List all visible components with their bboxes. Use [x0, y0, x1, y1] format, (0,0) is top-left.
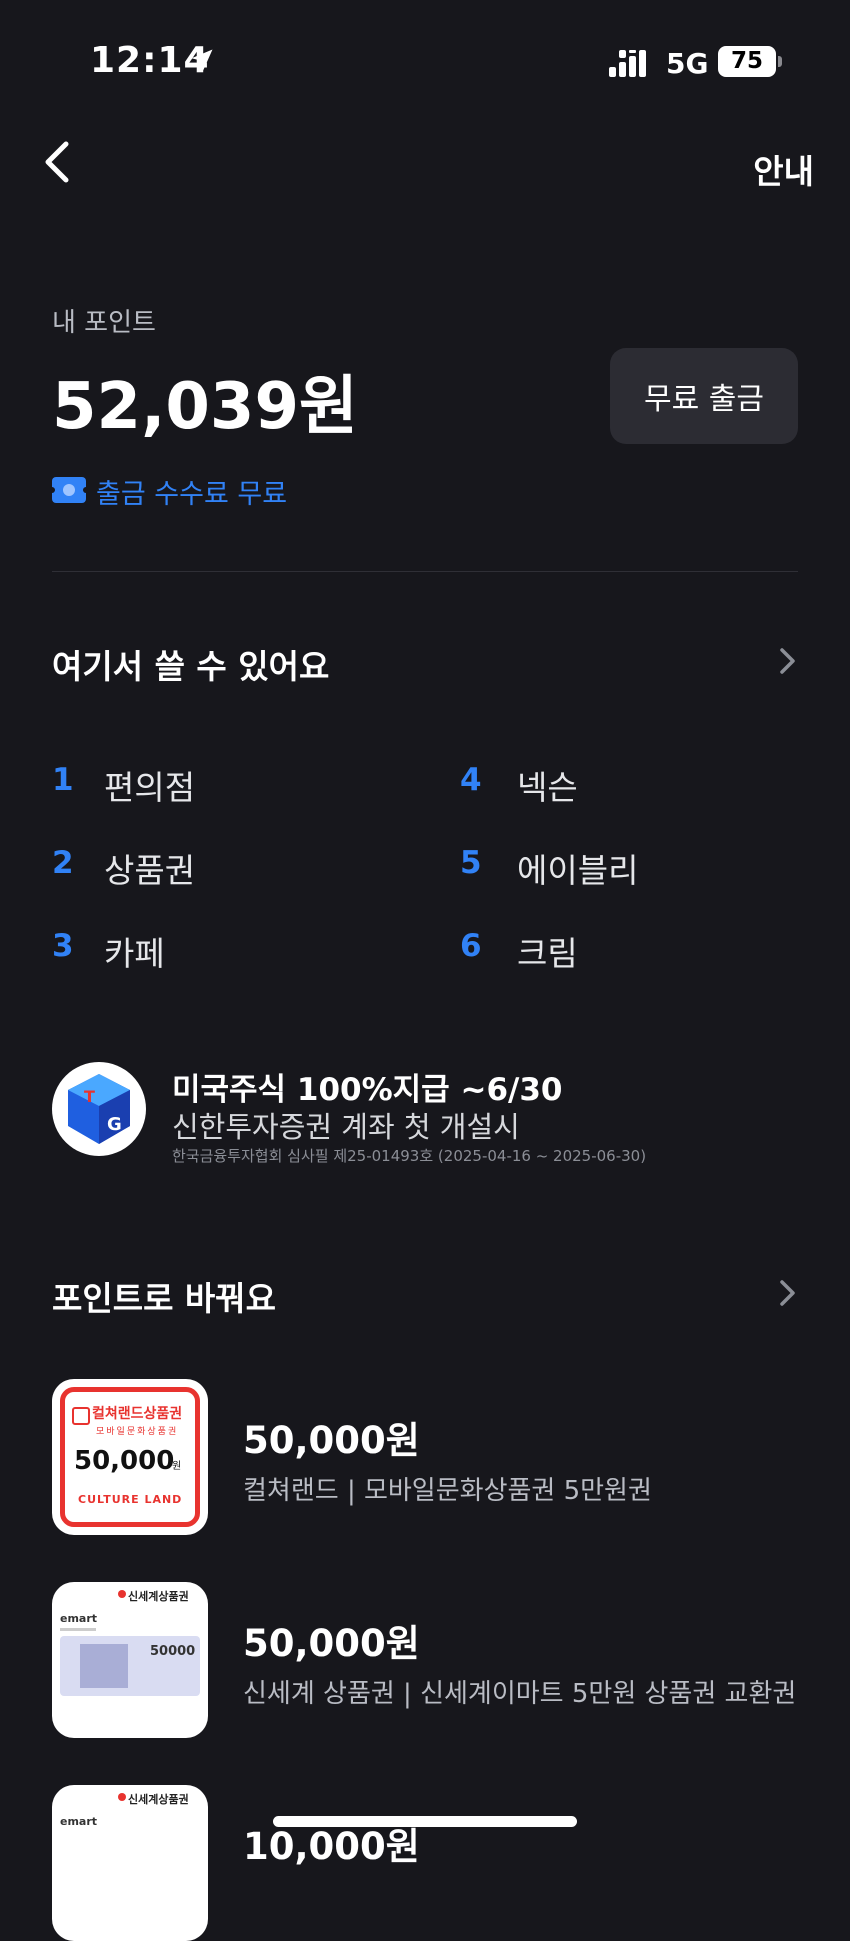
card-amount: 50,000 [74, 1446, 175, 1476]
promo-banner-icon[interactable]: T G [52, 1062, 146, 1156]
card-brand: CULTURE LAND [78, 1493, 183, 1506]
svg-text:G: G [107, 1114, 122, 1135]
back-chevron-icon[interactable] [40, 140, 74, 184]
usage-section-title[interactable]: 여기서 쓸 수 있어요 [52, 640, 329, 688]
promo-title[interactable]: 미국주식 100%지급 ~6/30 [172, 1064, 562, 1109]
usage-name: 상품권 [104, 851, 196, 890]
battery-tip [778, 56, 782, 67]
chevron-right-icon[interactable] [778, 646, 798, 676]
battery-level: 75 [730, 48, 763, 74]
usage-rank: 1 [52, 762, 74, 798]
giftcard-description: 컬쳐랜드 | 모바일문화상품권 5만원권 [243, 1476, 652, 1506]
points-value: 52,039원 [52, 370, 358, 444]
card-brand: emart [60, 1612, 98, 1625]
exchange-section-title[interactable]: 포인트로 바꿔요 [52, 1272, 276, 1320]
card-amount: 50000 [150, 1644, 196, 1659]
usage-rank: 2 [52, 845, 74, 881]
signal-icon [609, 50, 646, 77]
usage-name: 넥슨 [517, 768, 578, 807]
usage-name: 편의점 [104, 768, 196, 807]
free-withdraw-button[interactable]: 무료 출금 [610, 348, 798, 444]
battery-icon: 75 [718, 46, 776, 77]
shinsegae-card-image[interactable]: 신세계상품권 emart 50000 [52, 1582, 208, 1738]
divider [52, 571, 798, 572]
giftcard-description: 신세계 상품권 | 신세계이마트 5만원 상품권 교환권 [243, 1679, 797, 1709]
card-title: 신세계상품권 [128, 1793, 189, 1806]
promo-subtitle: 신한투자증권 계좌 첫 개설시 [172, 1110, 520, 1144]
chevron-right-icon[interactable] [778, 1278, 798, 1308]
svg-text:T: T [84, 1087, 95, 1106]
location-arrow-icon [191, 49, 213, 71]
usage-name: 카페 [104, 934, 165, 973]
card-title: 컬쳐랜드상품권 [92, 1406, 183, 1422]
home-indicator[interactable] [273, 1816, 577, 1827]
fee-free-badge: 출금 수수료 무료 [96, 479, 288, 510]
usage-rank: 4 [460, 762, 482, 798]
points-label: 내 포인트 [52, 308, 156, 338]
usage-rank: 3 [52, 928, 74, 964]
shinsegae-card-image[interactable]: 신세계상품권 emart [52, 1785, 208, 1941]
card-subtitle: 모바일문화상품권 [96, 1427, 179, 1437]
guide-link[interactable]: 안내 [753, 145, 814, 193]
usage-name: 크림 [517, 934, 578, 973]
card-title: 신세계상품권 [128, 1590, 189, 1603]
card-brand: emart [60, 1815, 98, 1828]
giftcard-price[interactable]: 50,000원 [243, 1410, 420, 1464]
card-unit: 원 [172, 1461, 182, 1472]
culture-land-card-image[interactable]: 컬쳐랜드상품권 모바일문화상품권 50,000 원 CULTURE LAND [52, 1379, 208, 1535]
network-type: 5G [666, 47, 709, 80]
coupon-icon [52, 477, 86, 503]
promo-disclaimer: 한국금융투자협회 심사필 제25-01493호 (2025-04-16 ~ 20… [172, 1147, 647, 1165]
giftcard-price[interactable]: 50,000원 [243, 1613, 420, 1667]
usage-rank: 6 [460, 928, 482, 964]
usage-name: 에이블리 [517, 851, 639, 890]
usage-rank: 5 [460, 845, 482, 881]
